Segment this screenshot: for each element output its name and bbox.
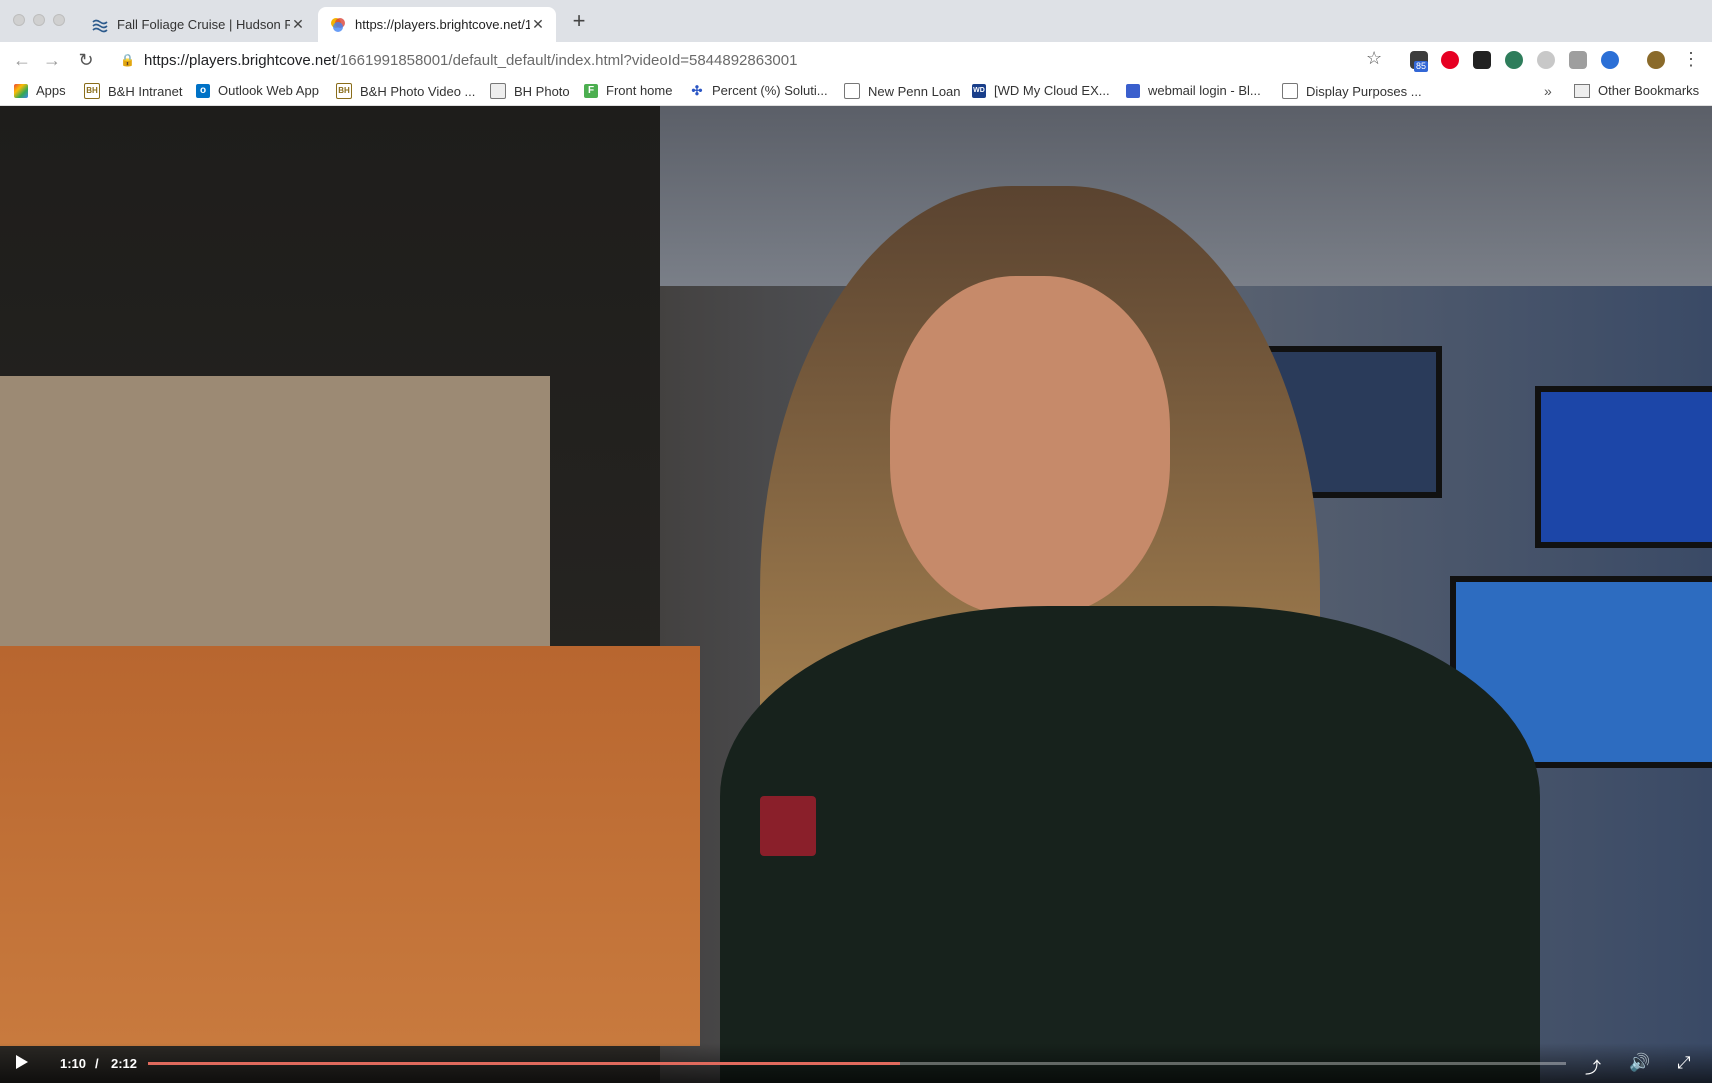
reload-button[interactable]: ↻	[74, 48, 98, 72]
extension-badge: 85	[1414, 61, 1429, 72]
waves-icon	[92, 19, 108, 32]
bookmark-label: Front home	[606, 83, 673, 98]
brightcove-icon	[331, 17, 345, 32]
bookmark-apps[interactable]: Apps	[14, 83, 66, 98]
other-bookmarks[interactable]: Other Bookmarks	[1574, 83, 1699, 98]
wd-icon: WD	[972, 83, 986, 98]
video-control-bar: 1:10 / 2:12 ⤴ 🔊 ⤢	[0, 1043, 1712, 1083]
bookmark-percent-solutions[interactable]: ✣ Percent (%) Soluti...	[690, 83, 828, 98]
sync-extension-icon[interactable]	[1601, 51, 1619, 69]
browser-toolbar: ← → ↻ 🔒 https://players.brightcove.net/1…	[0, 42, 1712, 78]
bookmarks-overflow-button[interactable]: »	[1544, 83, 1552, 99]
folder-icon	[1574, 83, 1590, 98]
address-bar[interactable]: 🔒 https://players.brightcove.net/1661991…	[110, 46, 1420, 74]
bh-icon: BH	[336, 83, 352, 99]
bookmark-outlook[interactable]: o Outlook Web App	[196, 83, 319, 98]
volume-icon[interactable]: 🔊	[1629, 1053, 1650, 1073]
bookmark-label: Apps	[36, 83, 66, 98]
maximize-window-button[interactable]	[53, 14, 65, 26]
video-frame-person-shirt	[720, 606, 1540, 1083]
bookmark-label: Display Purposes ...	[1306, 83, 1422, 99]
bookmark-webmail[interactable]: webmail login - Bl...	[1126, 83, 1261, 98]
translate-extension-icon[interactable]	[1569, 51, 1587, 69]
close-window-button[interactable]	[13, 14, 25, 26]
tab-title: Fall Foliage Cruise | Hudson Ri	[117, 17, 290, 32]
bookmark-label: Other Bookmarks	[1598, 83, 1700, 98]
duration: 2:12	[111, 1056, 138, 1071]
bookmark-wd-my-cloud[interactable]: WD [WD My Cloud EX...	[972, 83, 1110, 98]
back-button[interactable]: ←	[10, 48, 34, 72]
url-host: https://players.brightcove.net	[144, 51, 336, 69]
video-frame-person-face	[890, 276, 1170, 616]
video-player[interactable]: 1:10 / 2:12 ⤴ 🔊 ⤢	[0, 106, 1712, 1083]
apps-grid-icon	[14, 83, 28, 98]
bookmark-label: [WD My Cloud EX...	[994, 83, 1110, 98]
cloud-extension-icon[interactable]	[1537, 51, 1555, 69]
bookmarks-bar: Apps BH B&H Intranet o Outlook Web App B…	[0, 78, 1712, 106]
tab-fall-foliage[interactable]: Fall Foliage Cruise | Hudson Ri ✕	[80, 7, 316, 42]
bookmark-label: BH Photo	[514, 83, 570, 99]
outlook-icon: o	[196, 83, 210, 98]
browser-menu-icon[interactable]: ⋮	[1682, 49, 1700, 70]
bookmark-label: webmail login - Bl...	[1148, 83, 1261, 98]
progress-bar[interactable]	[148, 1062, 1566, 1065]
video-frame-counter	[0, 646, 700, 1046]
video-frame-bh-logo	[760, 796, 816, 856]
bookmark-star-icon[interactable]: ☆	[1366, 48, 1382, 69]
forward-button[interactable]: →	[40, 48, 64, 72]
close-tab-icon[interactable]: ✕	[290, 16, 306, 33]
bookmark-front-home[interactable]: F Front home	[584, 83, 672, 98]
fullscreen-icon[interactable]: ⤢	[1677, 1053, 1691, 1073]
puzzle-icon: ✣	[691, 82, 703, 98]
current-time: 1:10	[60, 1056, 87, 1071]
tab-strip: Fall Foliage Cruise | Hudson Ri ✕ https:…	[0, 0, 1712, 42]
search-extension-icon[interactable]	[1505, 51, 1523, 69]
url-path: /1661991858001/default_default/index.htm…	[335, 51, 798, 69]
bookmark-label: New Penn Loan	[868, 83, 961, 99]
new-tab-button[interactable]: +	[568, 10, 590, 32]
close-tab-icon[interactable]: ✕	[530, 16, 546, 33]
bookmark-display-purposes[interactable]: Display Purposes ...	[1282, 83, 1422, 99]
bookmark-new-penn-loan[interactable]: New Penn Loan	[844, 83, 961, 99]
grid-icon	[1126, 83, 1140, 98]
page-icon	[844, 83, 860, 99]
time-separator: /	[95, 1056, 99, 1071]
bookmark-bh-photo-folder[interactable]: BH Photo	[490, 83, 570, 99]
page-icon	[1282, 83, 1298, 99]
layers-extension-icon[interactable]	[1473, 51, 1491, 69]
front-icon: F	[584, 83, 598, 98]
bookmark-label: Outlook Web App	[218, 83, 319, 98]
progress-fill	[148, 1062, 900, 1065]
bookmark-label: B&H Photo Video ...	[360, 83, 476, 99]
video-frame-monitor	[1535, 386, 1712, 548]
profile-avatar[interactable]	[1647, 51, 1665, 69]
folder-icon	[490, 83, 506, 99]
bookmark-label: Percent (%) Soluti...	[712, 83, 828, 98]
lock-icon: 🔒	[120, 53, 135, 67]
minimize-window-button[interactable]	[33, 14, 45, 26]
bookmark-label: B&H Intranet	[108, 83, 183, 99]
tab-title: https://players.brightcove.net/1	[355, 17, 530, 32]
bookmark-bh-photo-video[interactable]: BH B&H Photo Video ...	[336, 83, 475, 99]
pinterest-icon[interactable]	[1441, 51, 1459, 69]
bh-icon: BH	[84, 83, 100, 99]
tab-brightcove[interactable]: https://players.brightcove.net/1 ✕	[318, 7, 556, 42]
play-icon[interactable]	[16, 1055, 28, 1069]
bookmark-bh-intranet[interactable]: BH B&H Intranet	[84, 83, 182, 99]
share-icon[interactable]: ⤴	[1585, 1054, 1601, 1078]
